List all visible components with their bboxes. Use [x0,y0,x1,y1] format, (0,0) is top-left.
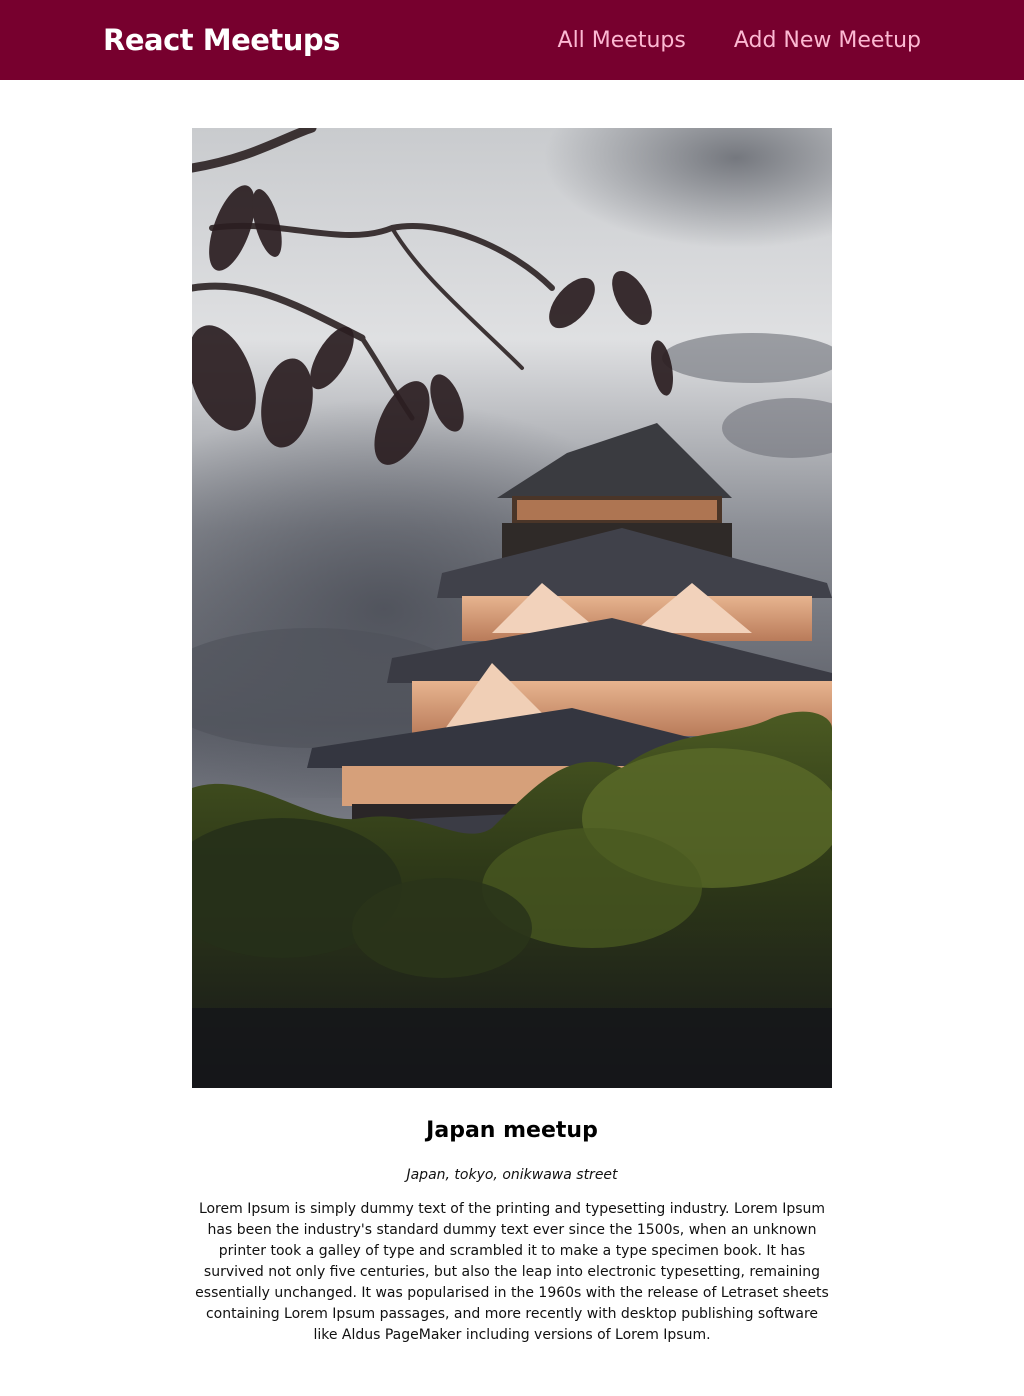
nav-item-all-meetups: All Meetups [558,28,686,53]
meetup-detail: Japan meetup Japan, tokyo, onikwawa stre… [0,80,1024,1346]
nav-links: All Meetups Add New Meetup [558,28,921,53]
add-new-meetup-link[interactable]: Add New Meetup [734,28,921,53]
meetup-address: Japan, tokyo, onikwawa street [406,1167,618,1183]
meetup-image [192,128,832,1088]
main-navigation: React Meetups All Meetups Add New Meetup [0,0,1024,80]
all-meetups-link[interactable]: All Meetups [558,28,686,53]
nav-item-add-new-meetup: Add New Meetup [734,28,921,53]
meetup-description: Lorem Ipsum is simply dummy text of the … [195,1201,829,1343]
site-logo: React Meetups [103,23,340,57]
meetup-title: Japan meetup [426,1118,598,1143]
